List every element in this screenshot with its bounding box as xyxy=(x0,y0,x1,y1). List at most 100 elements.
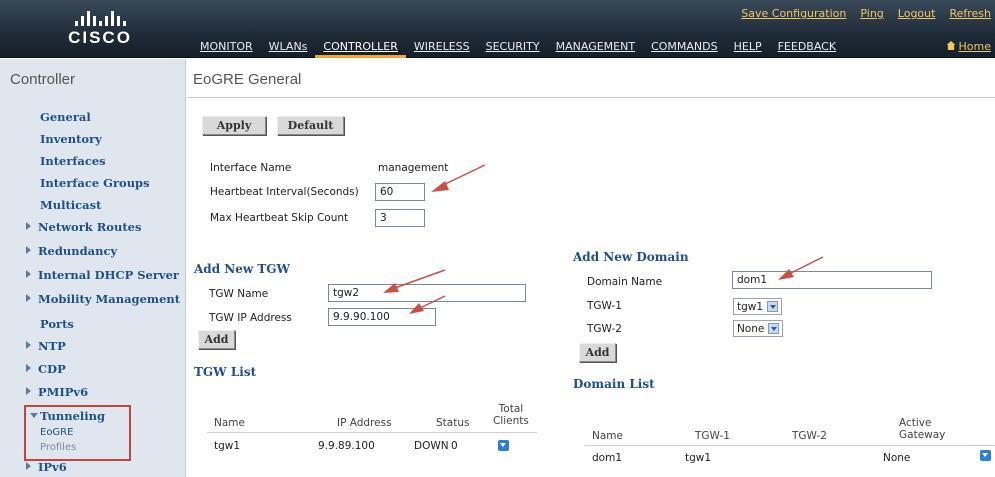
sidebar-item-ports[interactable]: Ports xyxy=(40,317,74,331)
nav-security[interactable]: SECURITY xyxy=(478,38,548,58)
add-tgw-button[interactable]: Add xyxy=(198,330,235,349)
tgw2-selected-value: None xyxy=(737,322,765,335)
sidebar-item-network-routes[interactable]: Network Routes xyxy=(26,220,141,234)
tgw-ip-address-label: TGW IP Address xyxy=(209,312,292,324)
sidebar-item-ntp[interactable]: NTP xyxy=(26,339,66,353)
home-label: Home xyxy=(958,40,991,53)
sidebar-item-label: Mobility Management xyxy=(38,292,181,306)
heartbeat-interval-label: Heartbeat Interval(Seconds) xyxy=(210,186,359,198)
sidebar-item-cdp[interactable]: CDP xyxy=(26,362,66,376)
heartbeat-skip-count-label: Max Heartbeat Skip Count xyxy=(210,212,349,224)
expand-arrow-icon xyxy=(26,246,31,254)
tgw-row-clients: 0 xyxy=(451,440,458,452)
collapse-arrow-icon xyxy=(30,413,38,418)
apply-button[interactable]: Apply xyxy=(202,116,266,135)
domain-list-header-tgw1: TGW-1 xyxy=(695,430,730,442)
domain-list-header-tgw2: TGW-2 xyxy=(792,430,827,442)
domain-name-label: Domain Name xyxy=(587,276,663,288)
title-divider xyxy=(187,97,995,98)
nav-commands[interactable]: COMMANDS xyxy=(643,38,726,58)
tgw-list-header-divider xyxy=(207,432,537,433)
expand-arrow-icon xyxy=(26,341,31,349)
nav-monitor[interactable]: MONITOR xyxy=(192,38,261,58)
home-link[interactable]: Home xyxy=(946,40,991,53)
domain-list-header-name: Name xyxy=(592,430,623,442)
sidebar-item-ipv6[interactable]: IPv6 xyxy=(26,460,67,474)
domain-row-active-gateway: None xyxy=(883,452,911,464)
sidebar-item-profiles[interactable]: Profiles xyxy=(40,442,76,453)
main-content: EoGRE General Apply Default Interface Na… xyxy=(187,59,995,477)
sidebar-item-label: IPv6 xyxy=(38,460,67,474)
tgw-list-header-ip: IP Address xyxy=(337,417,392,429)
sidebar-item-internal-dhcp-server[interactable]: Internal DHCP Server xyxy=(26,268,179,282)
tgw-ip-address-field[interactable]: 9.9.90.100 xyxy=(328,308,436,326)
sidebar-item-mobility-management[interactable]: Mobility Management xyxy=(26,292,180,306)
tgw2-select[interactable]: None xyxy=(733,320,784,337)
chevron-down-icon xyxy=(767,301,779,312)
nav-wlans[interactable]: WLANs xyxy=(261,38,316,58)
top-links: Save Configuration Ping Logout Refresh xyxy=(741,7,991,20)
interface-name-label: Interface Name xyxy=(210,162,292,174)
sidebar-item-label: Network Routes xyxy=(38,220,142,234)
nav-help[interactable]: HELP xyxy=(726,38,770,58)
tgw-name-field[interactable]: tgw2 xyxy=(328,284,526,302)
nav-management[interactable]: MANAGEMENT xyxy=(548,38,643,58)
tgw-list-header-clients: Total Clients xyxy=(493,403,529,427)
sidebar-item-label: Internal DHCP Server xyxy=(38,268,179,282)
sidebar-item-inventory[interactable]: Inventory xyxy=(40,132,102,146)
expand-arrow-icon xyxy=(26,270,31,278)
tgw2-label: TGW-2 xyxy=(587,323,622,335)
expand-arrow-icon xyxy=(26,364,31,372)
cisco-bars-icon xyxy=(60,10,140,26)
sidebar-item-tunneling[interactable]: Tunneling xyxy=(40,409,105,423)
nav-controller[interactable]: CONTROLLER xyxy=(315,38,406,58)
sidebar-item-multicast[interactable]: Multicast xyxy=(40,198,101,212)
domain-list-title: Domain List xyxy=(573,377,655,391)
heartbeat-interval-field[interactable]: 60 xyxy=(375,183,425,201)
row-actions-dropdown-icon[interactable] xyxy=(498,440,509,451)
sidebar-item-interfaces[interactable]: Interfaces xyxy=(40,154,106,168)
domain-row-name: dom1 xyxy=(592,452,622,464)
domain-name-field[interactable]: dom1 xyxy=(732,271,932,289)
sidebar: Controller General Inventory Interfaces … xyxy=(0,59,186,477)
sidebar-title: Controller xyxy=(10,71,76,88)
tgw-list-header-status: Status xyxy=(436,417,470,429)
domain-row-tgw1: tgw1 xyxy=(685,452,712,464)
domain-list-header-active-gateway: Active Gateway xyxy=(899,417,946,441)
expand-arrow-icon xyxy=(26,222,31,230)
sidebar-item-label: PMIPv6 xyxy=(38,385,89,399)
sidebar-item-label: CDP xyxy=(38,362,66,376)
tgw-list-title: TGW List xyxy=(194,365,257,379)
expand-arrow-icon xyxy=(26,462,31,470)
tgw1-selected-value: tgw1 xyxy=(737,300,764,313)
sidebar-item-general[interactable]: General xyxy=(40,110,91,124)
expand-arrow-icon xyxy=(26,294,31,302)
add-domain-button[interactable]: Add xyxy=(579,343,616,362)
nav-feedback[interactable]: FEEDBACK xyxy=(770,38,844,58)
sidebar-item-label: NTP xyxy=(38,339,66,353)
nav-wireless[interactable]: WIRELESS xyxy=(406,38,478,58)
save-configuration-link[interactable]: Save Configuration xyxy=(741,7,846,20)
sidebar-item-pmipv6[interactable]: PMIPv6 xyxy=(26,385,88,399)
top-banner: CISCO Save Configuration Ping Logout Ref… xyxy=(0,0,995,58)
tgw1-select[interactable]: tgw1 xyxy=(733,298,783,315)
refresh-link[interactable]: Refresh xyxy=(949,7,991,20)
add-new-domain-title: Add New Domain xyxy=(573,250,689,264)
heartbeat-skip-count-field[interactable]: 3 xyxy=(375,209,425,227)
tunneling-highlight-box: Tunneling EoGRE Profiles xyxy=(24,405,131,461)
home-icon xyxy=(946,41,956,50)
add-new-tgw-title: Add New TGW xyxy=(194,262,291,276)
chevron-down-icon xyxy=(768,323,780,334)
expand-arrow-icon xyxy=(26,387,31,395)
sidebar-item-interface-groups[interactable]: Interface Groups xyxy=(40,176,150,190)
ping-link[interactable]: Ping xyxy=(860,7,883,20)
sidebar-item-label: Redundancy xyxy=(38,244,118,258)
sidebar-item-eogre[interactable]: EoGRE xyxy=(40,427,73,438)
domain-list-header-divider xyxy=(585,445,995,446)
cisco-logo: CISCO xyxy=(60,10,140,48)
row-actions-dropdown-icon[interactable] xyxy=(980,450,991,461)
sidebar-item-redundancy[interactable]: Redundancy xyxy=(26,244,117,258)
default-button[interactable]: Default xyxy=(277,116,344,135)
tgw-row-ip: 9.9.89.100 xyxy=(318,440,375,452)
logout-link[interactable]: Logout xyxy=(898,7,936,20)
